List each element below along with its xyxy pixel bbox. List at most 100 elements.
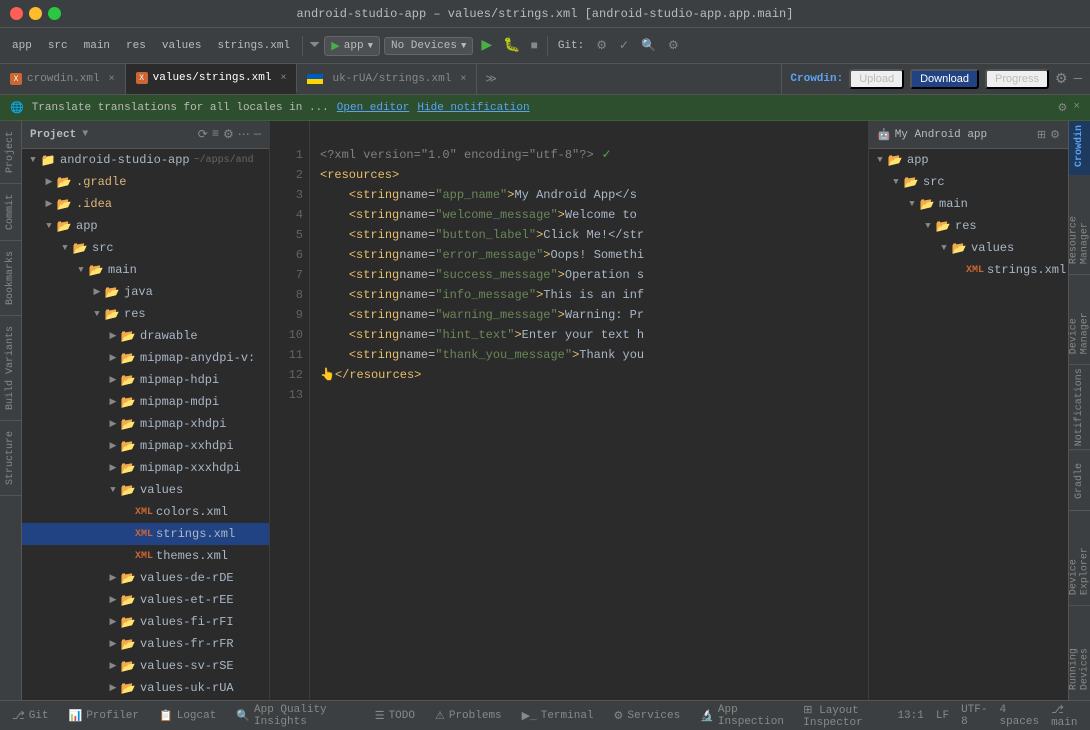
project-dropdown[interactable]: ▼	[82, 129, 88, 140]
vtab-device-explorer[interactable]: Device Explorer	[1069, 511, 1090, 606]
panel-icon-refresh[interactable]: ⟳	[198, 127, 208, 142]
download-button[interactable]: Download	[910, 69, 979, 89]
tree-values-uk[interactable]: ▶ 📂 values-uk-rUA	[22, 677, 269, 699]
device-dropdown[interactable]: No Devices ▼	[384, 37, 473, 55]
search-icon[interactable]: 🔍	[637, 36, 660, 55]
debug-button[interactable]: 🐛	[500, 35, 523, 56]
right-tree-strings[interactable]: XML strings.xml	[869, 259, 1068, 281]
tree-values[interactable]: ▼ 📂 values	[22, 479, 269, 501]
tree-mipmap-hdpi[interactable]: ▶ 📂 mipmap-hdpi	[22, 369, 269, 391]
layout-inspector-button[interactable]: ⊞ Layout Inspector	[803, 703, 885, 729]
panel-icon-collapse[interactable]: ≡	[212, 127, 219, 142]
panel-icon-gear[interactable]: ⋯	[238, 127, 250, 142]
tree-mipmap-any[interactable]: ▶ 📂 mipmap-anydpi-v:	[22, 347, 269, 369]
tree-values-et[interactable]: ▶ 📂 values-et-rEE	[22, 589, 269, 611]
panel-icon-close[interactable]: —	[254, 127, 261, 142]
app-quality-button[interactable]: 🔍 App Quality Insights	[232, 702, 358, 730]
terminal-button[interactable]: ▶_ Terminal	[518, 707, 598, 725]
tree-mipmap-xhdpi[interactable]: ▶ 📂 mipmap-xhdpi	[22, 413, 269, 435]
tree-mipmap-mdpi[interactable]: ▶ 📂 mipmap-mdpi	[22, 391, 269, 413]
right-tree-app[interactable]: ▼ 📂 app	[869, 149, 1068, 171]
window-controls[interactable]	[10, 7, 61, 20]
panel-icon-settings[interactable]: ⚙	[223, 127, 234, 142]
tab-ua-strings[interactable]: uk-rUA/strings.xml ×	[297, 64, 477, 94]
run-button[interactable]: ▶	[477, 35, 496, 56]
run-config-dropdown[interactable]: ▶ app ▼	[324, 36, 380, 56]
vcs-check[interactable]: ✓	[615, 36, 633, 55]
menu-file[interactable]: strings.xml	[211, 38, 296, 54]
vtab-device-manager[interactable]: Device Manager	[1069, 275, 1090, 365]
app-inspection-button[interactable]: 🔬 App Inspection	[696, 702, 791, 730]
progress-button[interactable]: Progress	[985, 69, 1049, 89]
vtab-resource-manager[interactable]: Resource Manager	[1069, 175, 1090, 275]
menu-values[interactable]: values	[156, 38, 208, 54]
tree-app[interactable]: ▼ 📂 app	[22, 215, 269, 237]
settings-icon[interactable]: ⚙	[664, 36, 683, 55]
tree-res[interactable]: ▼ 📂 res	[22, 303, 269, 325]
tree-colors-xml[interactable]: XML colors.xml	[22, 501, 269, 523]
vtab-commit[interactable]: Commit	[0, 184, 21, 241]
tree-drawable[interactable]: ▶ 📂 drawable	[22, 325, 269, 347]
logcat-button[interactable]: 📋 Logcat	[155, 707, 220, 725]
menu-main[interactable]: main	[78, 38, 116, 54]
tree-java[interactable]: ▶ 📂 java	[22, 281, 269, 303]
right-tree-main[interactable]: ▼ 📂 main	[869, 193, 1068, 215]
menu-src[interactable]: src	[42, 38, 74, 54]
right-panel-settings[interactable]: ⚙	[1050, 128, 1060, 142]
minimize-button[interactable]	[29, 7, 42, 20]
tab-close-ua[interactable]: ×	[460, 74, 466, 85]
open-editor-link[interactable]: Open editor	[337, 102, 410, 114]
services-button[interactable]: ⚙ Services	[610, 707, 685, 725]
hide-notification-link[interactable]: Hide notification	[417, 102, 529, 114]
stop-button[interactable]: ■	[528, 37, 541, 55]
crowdin-close-icon[interactable]: —	[1074, 71, 1082, 87]
tree-src[interactable]: ▼ 📂 src	[22, 237, 269, 259]
maximize-button[interactable]	[48, 7, 61, 20]
editor[interactable]: 1 2 3 4 5 6 7 8 9 10 11 12 13 <?xml vers…	[270, 121, 868, 701]
profiler-button[interactable]: 📊 Profiler	[65, 707, 144, 725]
notification-dismiss-icon[interactable]: ×	[1073, 101, 1080, 115]
tree-values-fr[interactable]: ▶ 📂 values-fr-rFR	[22, 633, 269, 655]
tab-crowdin[interactable]: X crowdin.xml ×	[0, 64, 126, 94]
tab-close-strings[interactable]: ×	[280, 73, 286, 84]
todo-button[interactable]: ☰ TODO	[371, 707, 419, 725]
tab-more[interactable]: ≫	[477, 64, 505, 94]
tree-mipmap-xxxhdpi[interactable]: ▶ 📂 mipmap-xxxhdpi	[22, 457, 269, 479]
tab-close-crowdin[interactable]: ×	[109, 74, 115, 85]
crowdin-settings-icon[interactable]: ⚙	[1055, 71, 1068, 88]
tree-themes-xml[interactable]: XML themes.xml	[22, 545, 269, 567]
code-content[interactable]: <?xml version="1.0" encoding="utf-8"?> ✓…	[310, 121, 868, 701]
right-panel-expand[interactable]: ⊞	[1037, 128, 1046, 142]
vtab-gradle[interactable]: Gradle	[1069, 451, 1090, 511]
git-settings[interactable]: ⚙	[592, 36, 611, 55]
crowdin-side-panel[interactable]: Crowdin	[1069, 121, 1090, 175]
vtab-bookmarks[interactable]: Bookmarks	[0, 241, 21, 316]
upload-button[interactable]: Upload	[849, 69, 904, 89]
tree-strings-xml[interactable]: XML strings.xml	[22, 523, 269, 545]
git-tool-button[interactable]: ⎇ Git	[8, 707, 53, 725]
tree-values-fi[interactable]: ▶ 📂 values-fi-rFI	[22, 611, 269, 633]
crowdin-notification-bar: 🌐 Translate translations for all locales…	[0, 95, 1090, 121]
menu-res[interactable]: res	[120, 38, 152, 54]
notification-settings-icon[interactable]: ⚙	[1058, 101, 1068, 115]
vtab-structure[interactable]: Structure	[0, 421, 21, 496]
tab-strings[interactable]: X values/strings.xml ×	[126, 64, 298, 94]
tree-gradle[interactable]: ▶ 📂 .gradle	[22, 171, 269, 193]
vtab-running-devices[interactable]: Running Devices	[1069, 606, 1090, 701]
tree-root[interactable]: ▼ 📁 android-studio-app ~/apps/and	[22, 149, 269, 171]
vtab-notifications[interactable]: Notifications	[1069, 365, 1090, 450]
tree-idea[interactable]: ▶ 📂 .idea	[22, 193, 269, 215]
tree-values-de[interactable]: ▶ 📂 values-de-rDE	[22, 567, 269, 589]
tree-values-sv[interactable]: ▶ 📂 values-sv-rSE	[22, 655, 269, 677]
close-button[interactable]	[10, 7, 23, 20]
vcs-icon[interactable]: ⏷	[309, 38, 320, 54]
vtab-build-variants[interactable]: Build Variants	[0, 316, 21, 421]
right-tree-values[interactable]: ▼ 📂 values	[869, 237, 1068, 259]
vtab-project[interactable]: Project	[0, 121, 21, 184]
tree-mipmap-xxhdpi[interactable]: ▶ 📂 mipmap-xxhdpi	[22, 435, 269, 457]
problems-button[interactable]: ⚠ Problems	[431, 707, 506, 725]
right-tree-res[interactable]: ▼ 📂 res	[869, 215, 1068, 237]
menu-app[interactable]: app	[6, 38, 38, 54]
tree-main[interactable]: ▼ 📂 main	[22, 259, 269, 281]
right-tree-src[interactable]: ▼ 📂 src	[869, 171, 1068, 193]
